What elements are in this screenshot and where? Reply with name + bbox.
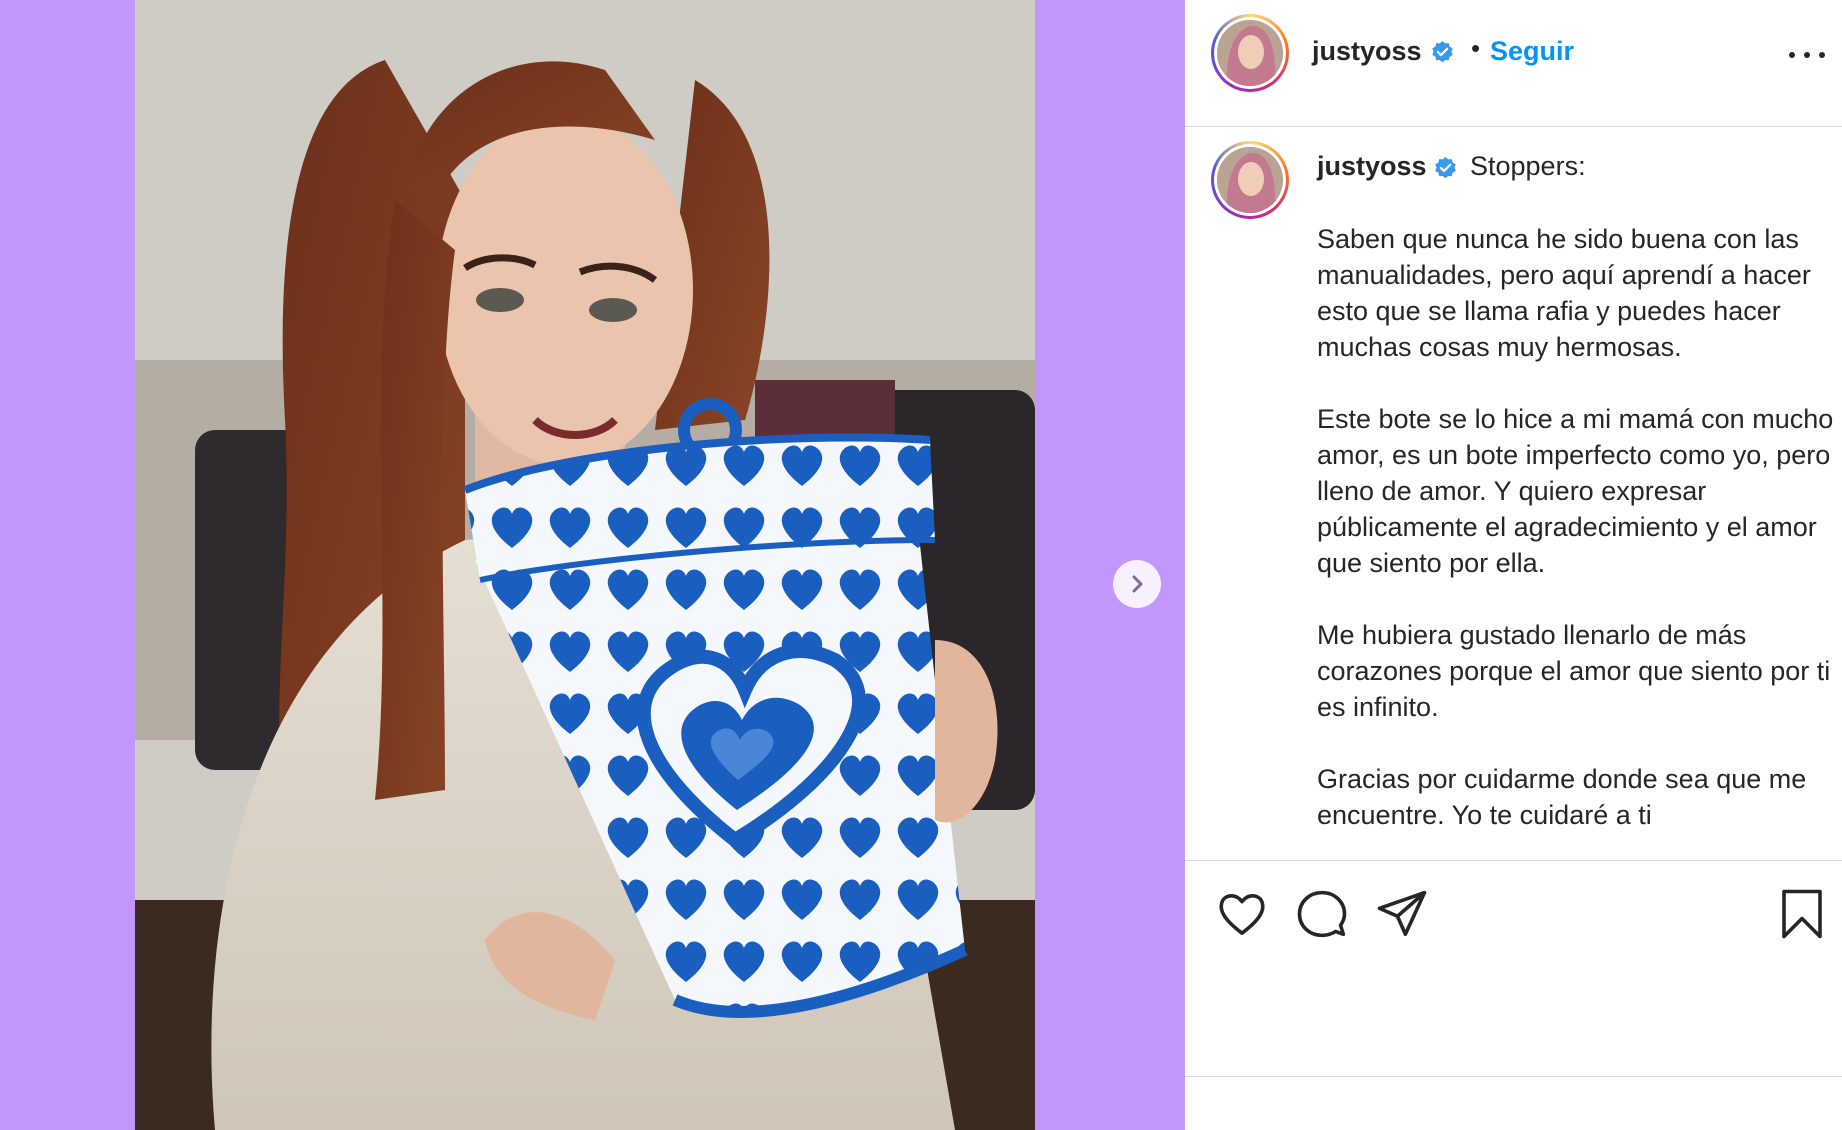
caption-paragraph: Gracias por cuidarme donde sea que me en… (1317, 764, 1807, 830)
verified-badge-icon (1432, 41, 1453, 63)
caption-paragraph: Me hubiera gustado llenarlo de más coraz… (1317, 620, 1831, 722)
caption-area: justyoss Stoppers: Saben que nunca he si… (1185, 127, 1842, 859)
caption-paragraph: Este bote se lo hice a mi mamá con mucho… (1317, 404, 1834, 578)
post-photo[interactable] (135, 0, 1035, 1130)
comment-icon[interactable] (1295, 887, 1349, 941)
caption-first-line: Stoppers: (1470, 151, 1586, 181)
chevron-right-icon (1132, 575, 1143, 593)
separator-dot: • (1471, 33, 1481, 63)
post-sidebar: justyoss • Seguir justyoss Stoppers: Sab… (1185, 0, 1842, 1130)
caption-username-label[interactable]: justyoss (1317, 151, 1427, 181)
avatar-image (1217, 147, 1283, 213)
more-options-icon[interactable] (1789, 42, 1825, 68)
caption-username[interactable]: justyoss (1317, 151, 1458, 182)
avatar-image (1217, 20, 1283, 86)
media-panel (0, 0, 1185, 1130)
photo-illustration (135, 0, 1035, 1130)
caption-text: Saben que nunca he sido buena con las ma… (1317, 221, 1837, 859)
heart-icon[interactable] (1215, 887, 1269, 941)
bookmark-icon[interactable] (1775, 887, 1829, 941)
username-link[interactable]: justyoss (1312, 36, 1422, 67)
caption-avatar[interactable] (1211, 141, 1289, 219)
follow-button[interactable]: Seguir (1490, 36, 1574, 67)
post-header: justyoss • Seguir (1185, 0, 1842, 127)
avatar[interactable] (1211, 14, 1289, 92)
action-bar (1185, 860, 1842, 1077)
paper-plane-icon[interactable] (1375, 887, 1429, 941)
caption-paragraph: Saben que nunca he sido buena con las ma… (1317, 224, 1811, 362)
next-image-button[interactable] (1113, 560, 1161, 608)
verified-badge-icon (1434, 157, 1456, 179)
